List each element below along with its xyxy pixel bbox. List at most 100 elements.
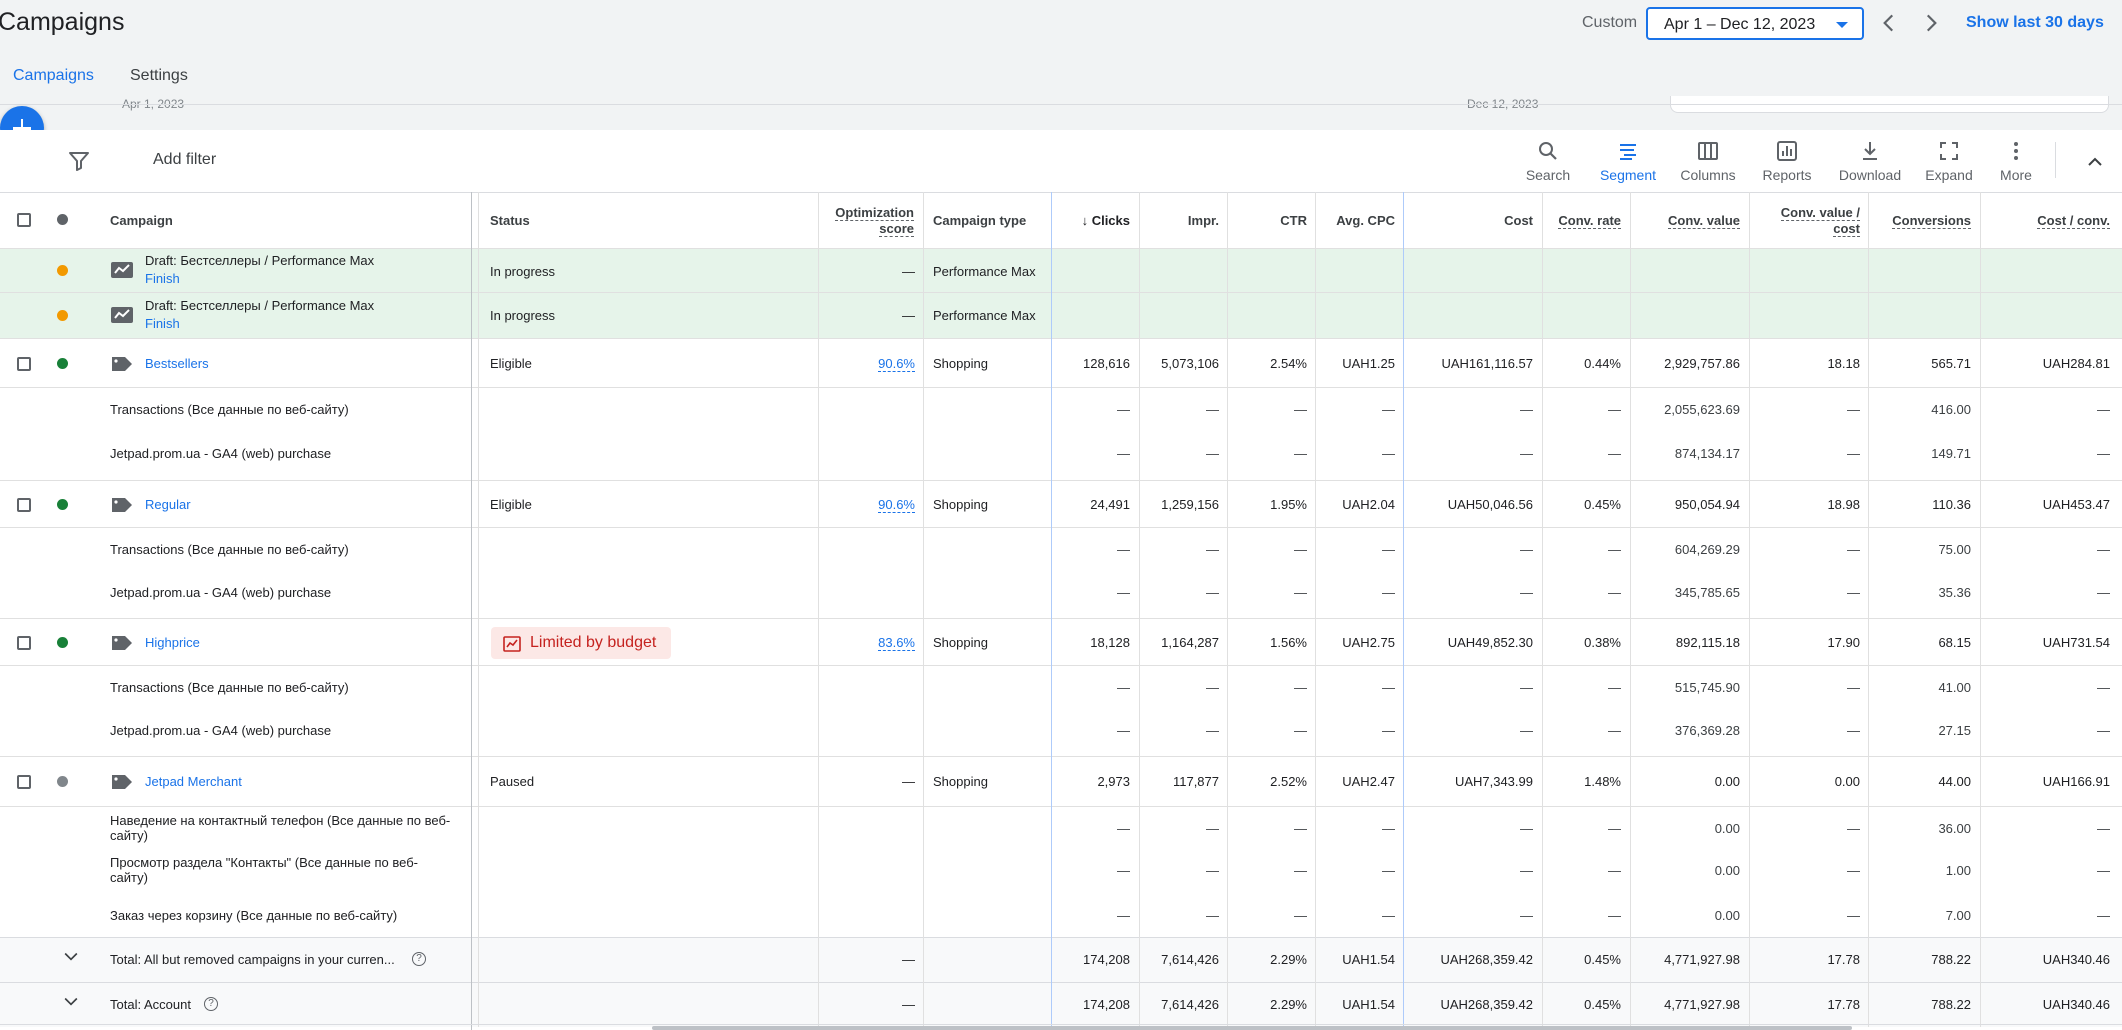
metric-ctr: 1.95% [1270,497,1307,512]
campaign-row[interactable]: Highprice Limited by budget 83.6% Shopping 1… [0,618,2122,665]
optimization-score[interactable]: 83.6% [878,635,915,651]
metric-cpc: — [1382,863,1395,878]
previous-period-button[interactable] [1876,10,1902,36]
add-filter-button[interactable]: Add filter [153,151,216,169]
help-icon[interactable]: ? [204,997,218,1011]
col-header-avg-cpc[interactable]: Avg. CPC [1336,213,1395,228]
conversion-action-row: Transactions (Все данные по веб-сайту) — —… [0,387,2122,431]
campaign-name-link[interactable]: Highprice [145,635,200,650]
date-range-picker[interactable]: Apr 1 – Dec 12, 2023 [1646,7,1864,40]
metric-valuecost: — [1847,446,1860,461]
segment-button[interactable]: Segment [1588,137,1668,187]
col-header-impr[interactable]: Impr. [1188,213,1219,228]
total-optimization-score: — [902,952,915,967]
campaign-name-link[interactable]: Regular [145,497,191,512]
finish-draft-link[interactable]: Finish [145,316,180,331]
metric-impr: — [1206,680,1219,695]
limited-by-budget-badge[interactable]: Limited by budget [491,627,671,659]
total-convrate: 0.45% [1584,997,1621,1012]
budget-trend-icon [503,636,521,652]
enabled-status-icon[interactable] [57,358,68,369]
campaign-status: Eligible [490,356,532,371]
metric-cpc: UAH1.25 [1342,356,1395,371]
total-conversions: 788.22 [1931,952,1971,967]
metric-conversions: 565.71 [1931,356,1971,371]
help-icon[interactable]: ? [412,952,426,966]
optimization-score[interactable]: 90.6% [878,356,915,372]
tab-campaigns[interactable]: Campaigns [13,67,94,85]
search-button[interactable]: Search [1508,137,1588,187]
enabled-status-icon[interactable] [57,637,68,648]
row-checkbox[interactable] [17,775,31,789]
col-header-conv-rate[interactable]: Conv. rate [1558,213,1621,229]
metric-convrate: 0.45% [1584,497,1621,512]
draft-campaign-name: Draft: Бестселлеры / Performance Max [145,298,375,313]
row-checkbox[interactable] [17,357,31,371]
col-header-conv-value[interactable]: Conv. value [1667,213,1740,229]
col-header-campaign-type[interactable]: Campaign type [933,213,1026,228]
campaign-name-link[interactable]: Jetpad Merchant [145,774,242,789]
col-header-conversions[interactable]: Conversions [1892,213,1971,229]
metric-convrate: — [1608,821,1621,836]
campaign-name-link[interactable]: Bestsellers [145,356,209,371]
metric-cpc: UAH2.47 [1342,774,1395,789]
metric-clicks: 2,973 [1097,774,1130,789]
columns-button[interactable]: Columns [1668,137,1748,187]
total-costconv: UAH340.46 [2042,997,2110,1012]
col-header-clicks[interactable]: ↓ Clicks [1082,213,1130,228]
filter-icon[interactable] [67,149,91,178]
finish-draft-link[interactable]: Finish [145,271,180,286]
campaign-type: Shopping [933,635,988,650]
paused-status-icon[interactable] [57,776,68,787]
col-header-optimization-score-line1[interactable]: Optimization [835,205,914,221]
reports-button[interactable]: Reports [1747,137,1827,187]
conversion-action-row: Заказ через корзину (Все данные по веб-с… [0,894,2122,938]
more-button[interactable]: More [1976,137,2056,187]
col-header-optimization-score-line2[interactable]: score [879,221,914,237]
download-button[interactable]: Download [1830,137,1910,187]
campaign-row[interactable]: Regular Eligible 90.6% Shopping 24,491 1,259,… [0,480,2122,527]
optimization-score: — [902,774,915,789]
optimization-score[interactable]: 90.6% [878,497,915,513]
row-checkbox[interactable] [17,636,31,650]
col-header-status[interactable]: Status [490,213,530,228]
metric-conversions: 110.36 [1932,497,1971,512]
campaign-type: Shopping [933,774,988,789]
draft-campaign-name: Draft: Бестселлеры / Performance Max [145,253,375,268]
select-all-checkbox[interactable] [17,213,31,227]
metric-conversions: 35.36 [1938,585,1971,600]
collapse-toolbar-button[interactable] [2083,150,2107,179]
draft-status-icon [57,310,68,321]
col-header-conv-value-cost-line2[interactable]: cost [1833,221,1860,237]
tab-settings[interactable]: Settings [130,67,188,85]
metric-convrate: — [1608,908,1621,923]
reports-icon [1777,141,1797,161]
expand-total-chevron-icon[interactable] [61,991,81,1011]
conversion-action-name: Jetpad.prom.ua - GA4 (web) purchase [110,446,332,461]
col-header-campaign[interactable]: Campaign [110,213,173,228]
draft-optimization-score: — [902,308,915,323]
total-row: Total: Account? — 174,208 7,614,426 2.29% UAH… [0,982,2122,1027]
col-header-ctr[interactable]: CTR [1280,213,1307,228]
total-ctr: 2.29% [1270,997,1307,1012]
horizontal-scrollbar[interactable] [652,1026,1852,1030]
metric-costconv: — [2097,542,2110,557]
col-header-cost[interactable]: Cost [1504,213,1533,228]
expand-total-chevron-icon[interactable] [61,946,81,966]
campaign-row[interactable]: Jetpad Merchant Paused — Shopping 2,973 117,8… [0,756,2122,806]
enabled-status-icon[interactable] [57,499,68,510]
total-impr: 7,614,426 [1161,997,1219,1012]
draft-row[interactable]: Draft: Бестселлеры / Performance Max Fin… [0,248,2122,292]
col-header-conv-value-cost-line1[interactable]: Conv. value / [1780,205,1860,221]
metric-convrate: — [1608,863,1621,878]
show-last-30-days-link[interactable]: Show last 30 days [1966,14,2104,32]
metric-ctr: — [1294,863,1307,878]
col-header-cost-per-conv[interactable]: Cost / conv. [2037,213,2110,229]
expand-button-label: Expand [1925,167,1973,183]
row-checkbox[interactable] [17,498,31,512]
metric-cpc: — [1382,402,1395,417]
campaign-row[interactable]: Bestsellers Eligible 90.6% Shopping 128,616 5… [0,338,2122,387]
metric-cost: UAH50,046.56 [1447,497,1533,512]
next-period-button[interactable] [1918,10,1944,36]
draft-row[interactable]: Draft: Бестселлеры / Performance Max Fin… [0,292,2122,338]
